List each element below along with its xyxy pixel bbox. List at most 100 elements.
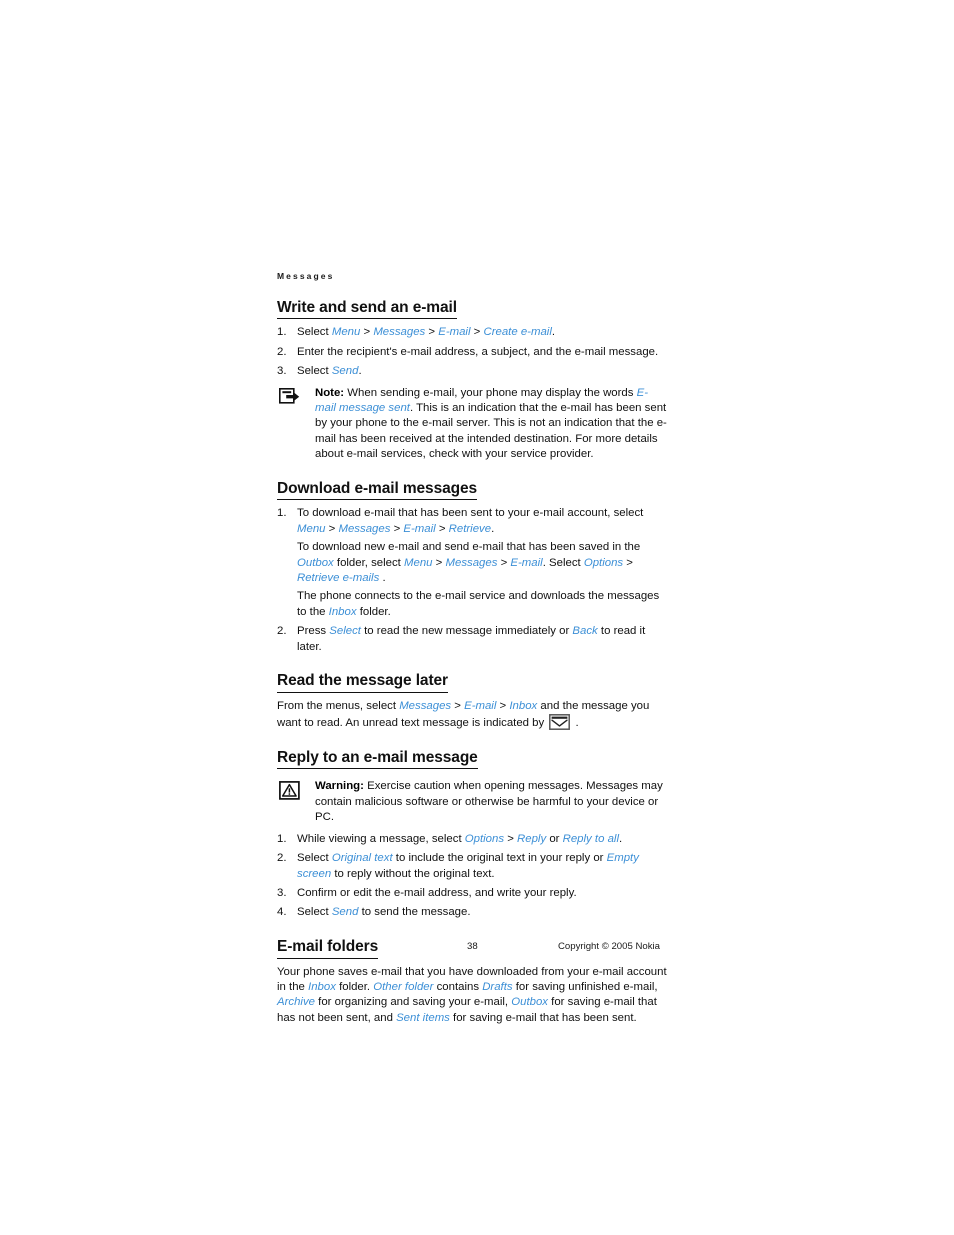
text-run: Select [297,365,332,378]
step-number: 1. [277,832,287,845]
step-paragraph: To download e-mail that has been sent to… [297,506,667,537]
ui-term: Options [464,832,505,845]
ui-term: Archive [277,996,315,1009]
text-run: > [451,699,465,712]
text-run: Select [297,852,332,865]
ui-term: Retrieve [448,522,492,535]
text-run: > [623,556,633,569]
step-item: 2. Select Original text to include the or… [277,851,667,882]
ui-term: Drafts [482,980,513,993]
step-item: 3. Select Send. [277,364,667,379]
section-reply-message: Reply to an e-mail message [277,749,667,776]
step-item: 1. To download e-mail that has been sent … [277,506,667,620]
text-run: to send the message. [358,906,471,919]
step-number: 2. [277,345,287,358]
step-number: 2. [277,625,287,638]
text-run: From the menus, select [277,699,400,712]
ui-term: Outbox [297,556,334,569]
ui-term: Create e-mail [483,326,552,339]
step-number: 2. [277,852,287,865]
ui-term: Messages [445,556,498,569]
step-paragraph: Enter the recipient's e-mail address, a … [297,345,667,360]
text-run: . [618,832,623,845]
section-heading: Read the message later [277,672,448,693]
note-callout: Note: When sending e-mail, your phone ma… [279,386,667,463]
text-run: Enter the recipient's e-mail address, a … [297,345,659,358]
text-run: to reply without the original text. [331,867,495,880]
text-run: folder, select [333,556,405,569]
step-paragraph: Press Select to read the new message imm… [297,624,667,655]
text-run: . [379,572,386,584]
step-number: 1. [277,326,287,339]
warning-callout-text: Warning: Exercise caution when opening m… [315,779,667,825]
text-run: > [390,522,404,535]
ui-term: Inbox [308,980,336,993]
step-paragraph: The phone connects to the e-mail service… [297,589,667,620]
section-download-messages: Download e-mail messages [277,480,667,507]
sections-container: Write and send an e-mail 1. Select Menu > … [277,299,667,1027]
section-paragraph: From the menus, select Messages > E-mail… [277,699,667,732]
text-run: for saving e-mail that has been sent. [449,1011,637,1024]
section-heading: Download e-mail messages [277,480,477,501]
unread-message-envelope-icon [549,714,571,731]
step-item: 2. Enter the recipient's e-mail address, … [277,345,667,360]
step-number: 3. [277,365,287,378]
text-run: to read the new message immediately or [360,625,573,638]
ui-term: E-mail [464,699,497,712]
ui-term: Outbox [511,996,548,1009]
ui-term: Back [572,625,598,638]
section-heading: E-mail folders [277,938,378,959]
text-run: To download e-mail that has been sent to… [297,507,644,520]
note-hand-icon [279,387,305,405]
text-run: . Select [542,556,584,569]
note-callout-text: Note: When sending e-mail, your phone ma… [315,386,667,463]
text-run: Select [297,906,332,919]
step-paragraph: To download new e-mail and send e-mail t… [297,540,667,586]
text-run: > [360,326,374,339]
step-number: 4. [277,906,287,919]
step-paragraph: Confirm or edit the e-mail address, and … [297,886,667,901]
ui-term: Reply [517,832,547,845]
text-run: folder. [356,605,391,618]
step-item: 1. Select Menu > Messages > E-mail > Crea… [277,325,667,340]
ui-term: Sent items [396,1011,450,1024]
ui-term: Messages [373,326,426,339]
running-header: Messages [277,271,335,281]
ui-term: Inbox [509,699,538,712]
ui-term: Select [329,625,361,638]
text-run: or [546,832,563,845]
text-run: When sending e-mail, your phone may disp… [344,386,637,399]
step-item: 4. Select Send to send the message. [277,905,667,920]
section-read-later: Read the message later [277,672,667,699]
ui-term: Inbox [328,605,357,618]
text-run: > [432,556,446,569]
text-run: for organizing and saving your e-mail, [314,996,512,1009]
warning-callout: Warning: Exercise caution when opening m… [279,779,667,825]
text-run: > [504,832,518,845]
step-list-write-and-send: 1. Select Menu > Messages > E-mail > Crea… [277,325,667,379]
text-run: Select [297,326,332,339]
ui-term: E-mail [403,522,436,535]
text-run: > [470,326,484,339]
ui-term: Retrieve e-mails [297,572,380,584]
text-run: > [497,556,511,569]
ui-term: E-mail [438,326,471,339]
step-item: 3. Confirm or edit the e-mail address, an… [277,886,667,901]
ui-term: Messages [399,699,452,712]
section-heading: Write and send an e-mail [277,299,457,320]
step-paragraph: While viewing a message, select Options … [297,832,667,847]
text-run: > [325,522,339,535]
copyright-notice: Copyright © 2005 Nokia [558,941,660,952]
step-list-reply-message: 1. While viewing a message, select Option… [277,832,667,921]
warning-label: Warning: [315,780,364,793]
ui-term: Options [583,556,624,569]
text-run: > [425,326,439,339]
ui-term: Messages [338,522,391,535]
step-item: 1. While viewing a message, select Option… [277,832,667,847]
ui-term: Menu [404,556,433,569]
step-number: 3. [277,886,287,899]
step-paragraph: Select Menu > Messages > E-mail > Create… [297,325,667,340]
warning-triangle-icon [279,781,305,801]
text-run: . [572,717,579,730]
step-list-download-messages: 1. To download e-mail that has been sent … [277,506,667,655]
